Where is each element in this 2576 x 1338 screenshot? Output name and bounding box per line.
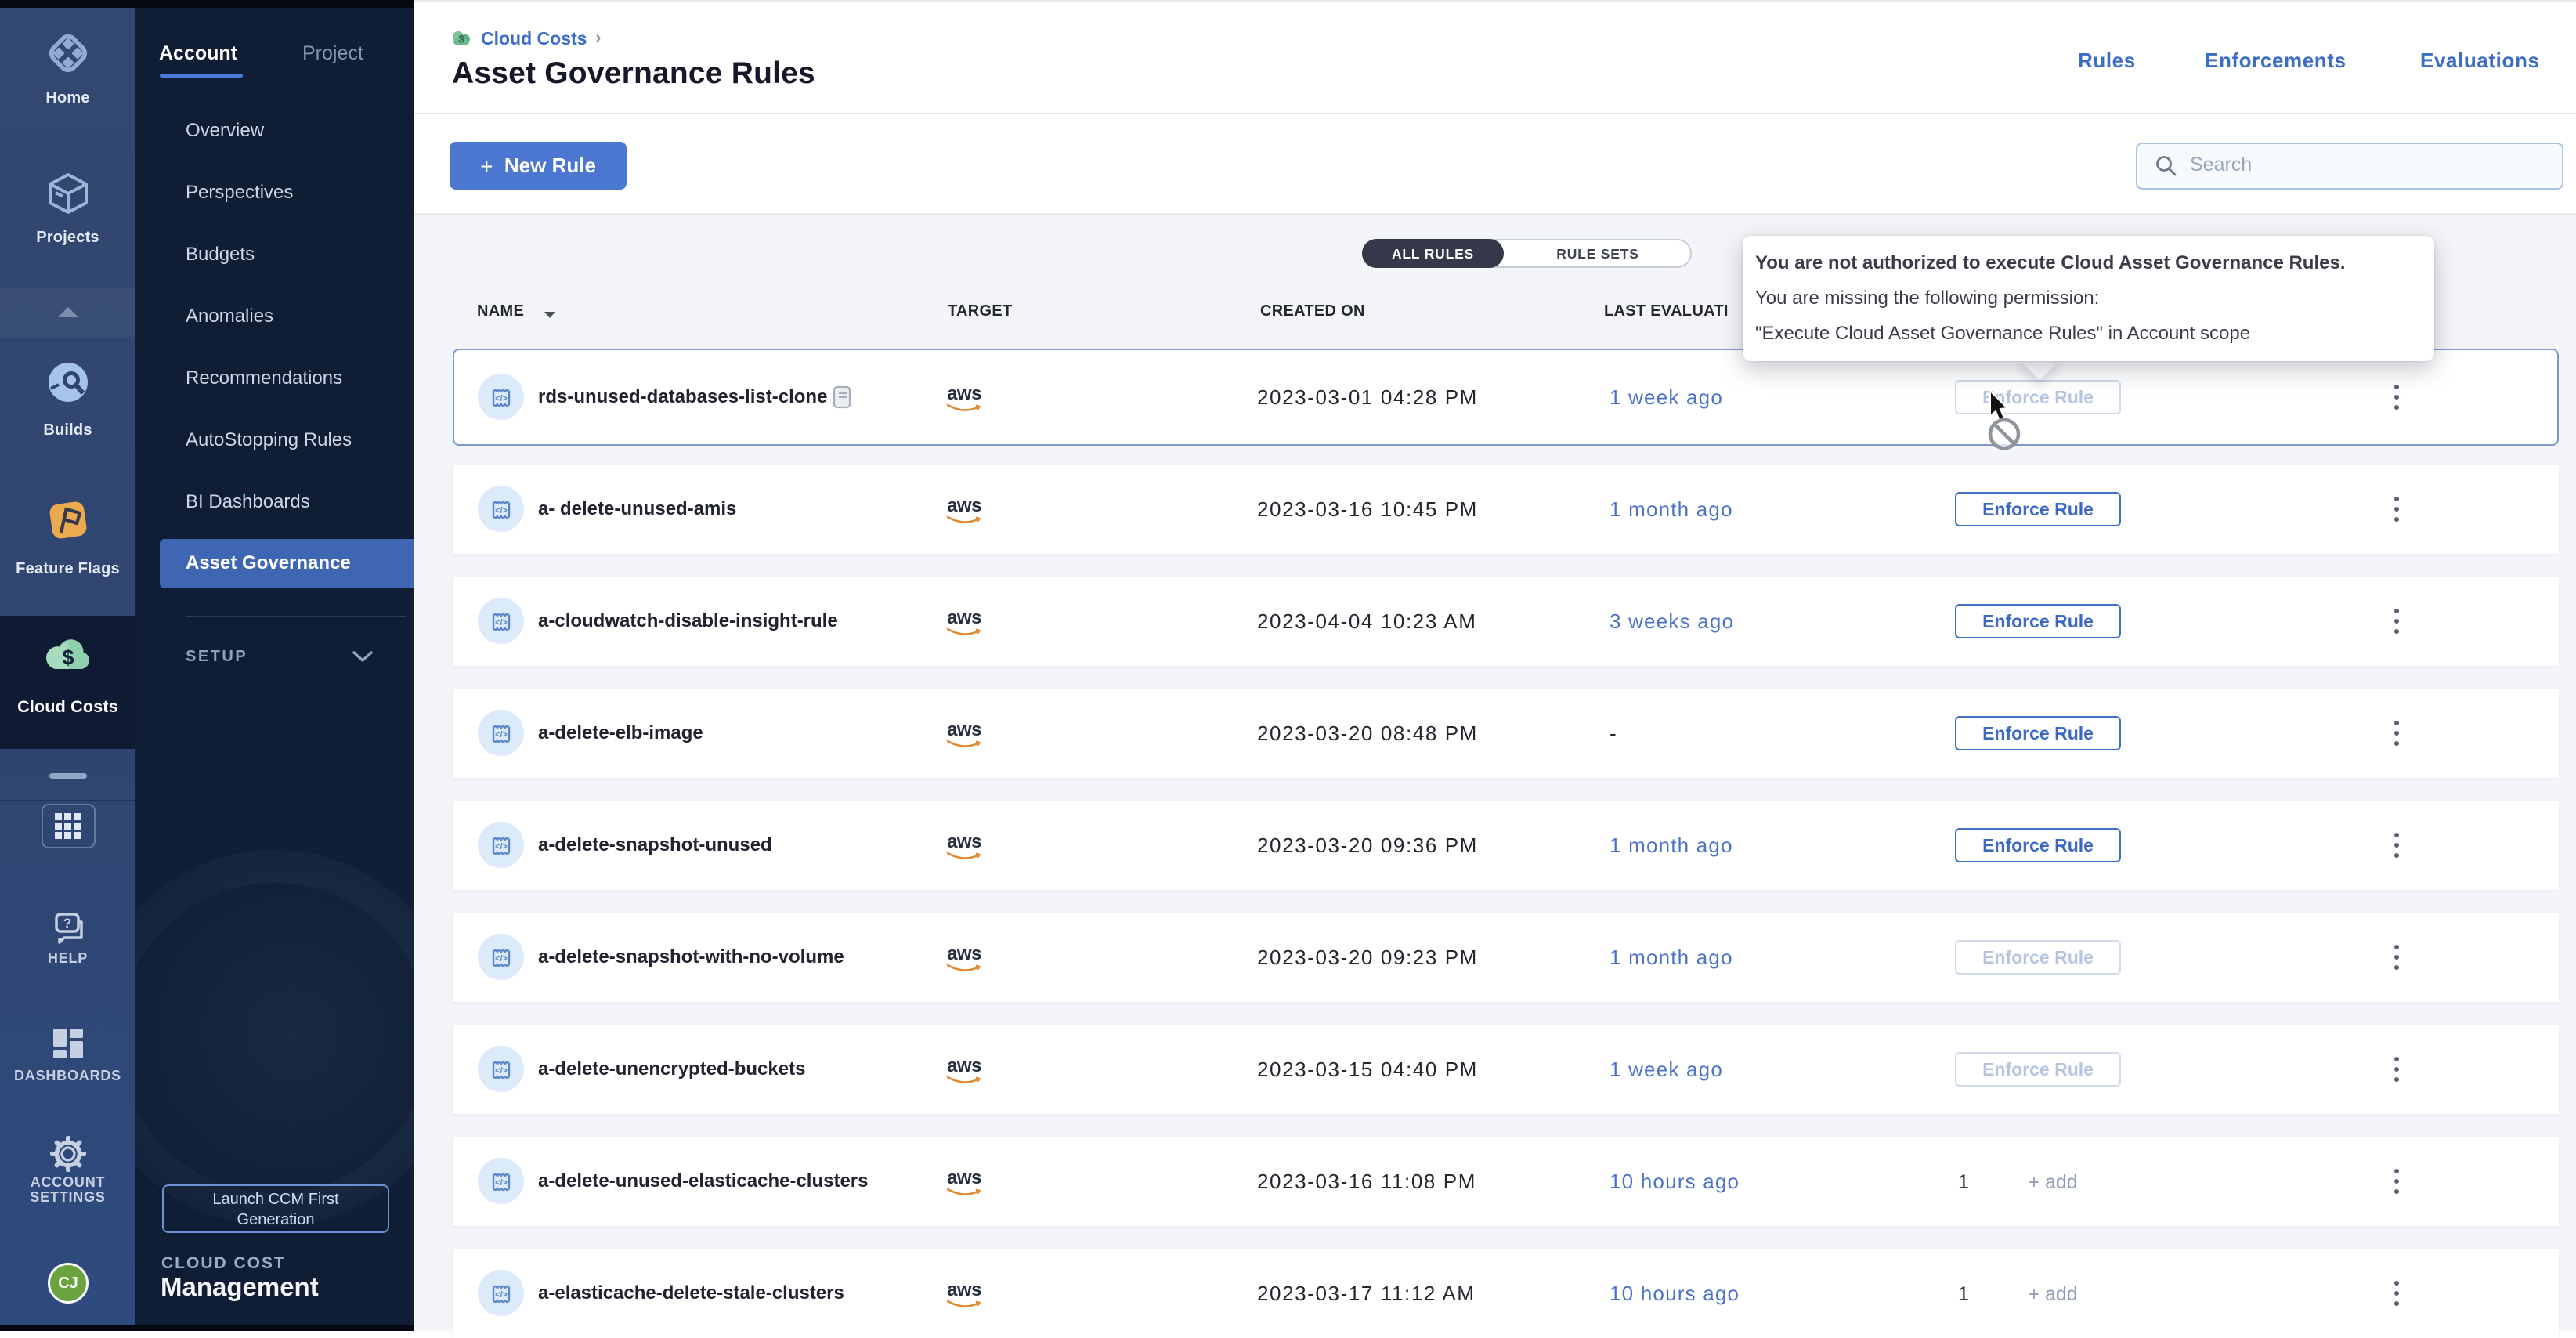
svg-text:</>: </> xyxy=(495,618,508,627)
svg-text:</>: </> xyxy=(495,842,508,852)
svg-text:</>: </> xyxy=(495,1066,508,1076)
svg-text:$: $ xyxy=(458,33,464,45)
svg-text:</>: </> xyxy=(495,1290,508,1300)
svg-text:?: ? xyxy=(63,916,70,931)
svg-text:</>: </> xyxy=(495,1178,508,1188)
svg-text:</>: </> xyxy=(495,730,508,740)
svg-text:</>: </> xyxy=(495,506,508,515)
svg-text:$: $ xyxy=(62,645,74,669)
svg-text:</>: </> xyxy=(495,394,508,403)
svg-text:</>: </> xyxy=(495,954,508,964)
